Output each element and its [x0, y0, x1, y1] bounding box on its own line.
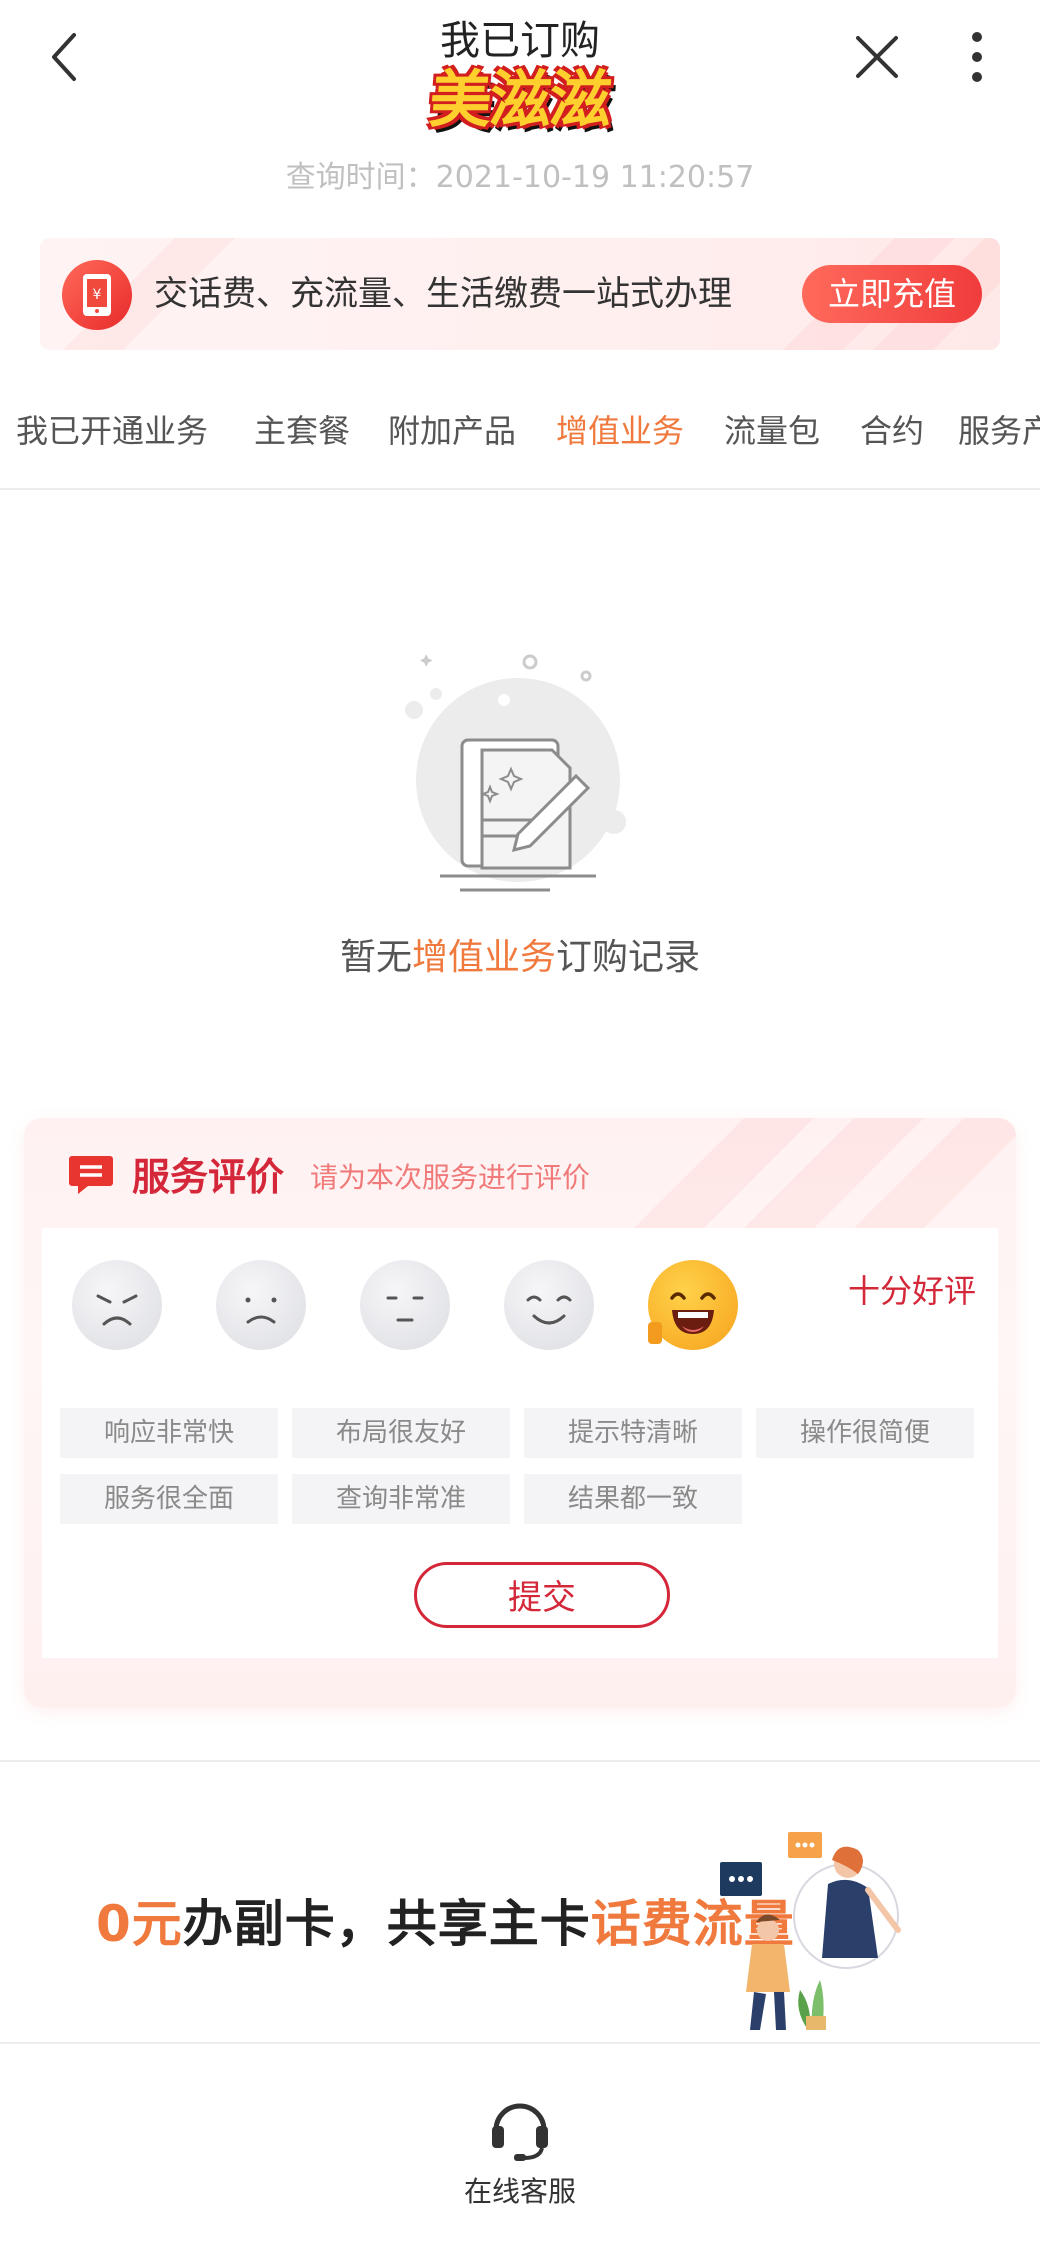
close-icon: [856, 36, 898, 78]
brand-logo: 美滋滋: [427, 63, 613, 136]
svg-text:¥: ¥: [93, 287, 102, 303]
rating-label: 十分好评: [848, 1272, 977, 1310]
submit-button[interactable]: 提交: [414, 1562, 670, 1628]
category-tabs: 我已开通业务 主套餐 附加产品 增值业务 流量包 合约 服务产: [0, 396, 1040, 466]
more-button[interactable]: [954, 24, 1000, 90]
section-divider: [0, 1760, 1040, 1762]
tab-data-packs[interactable]: 流量包: [724, 396, 820, 466]
more-vertical-icon: [972, 32, 982, 82]
recharge-banner[interactable]: ¥ 交话费、充流量、生活缴费一站式办理 立即充值: [40, 238, 1000, 350]
banner-text: 交话费、充流量、生活缴费一站式办理: [154, 274, 732, 314]
promo-banner-text[interactable]: 0元办副卡，共享主卡话费流量: [96, 1884, 795, 1956]
neutral-face-icon[interactable]: [360, 1260, 450, 1350]
smile-face-icon[interactable]: [504, 1260, 594, 1350]
comment-icon: [68, 1154, 114, 1196]
feedback-tag[interactable]: 响应非常快: [60, 1408, 278, 1458]
online-service-label[interactable]: 在线客服: [0, 2170, 1040, 2210]
feedback-tag[interactable]: 服务很全面: [60, 1474, 278, 1524]
sad-face-icon[interactable]: [216, 1260, 306, 1350]
empty-state-message: 暂无增值业务订购记录: [339, 937, 701, 978]
mobile-recharge-icon: ¥: [62, 260, 132, 330]
tab-value-added[interactable]: 增值业务: [556, 396, 684, 466]
very-happy-face-icon[interactable]: [648, 1260, 738, 1350]
bottom-bar: 在线客服: [0, 2042, 1040, 2242]
evaluation-subtitle: 请为本次服务进行评价: [310, 1161, 591, 1194]
angry-face-icon[interactable]: [72, 1260, 162, 1350]
tab-addon-products[interactable]: 附加产品: [388, 396, 516, 466]
query-time: 查询时间：2021-10-19 11:20:57: [285, 160, 755, 195]
service-evaluation-card: 服务评价 请为本次服务进行评价 十分好评 响应非常快 布局很友好 提示特清晰 操…: [24, 1118, 1016, 1708]
feedback-tag[interactable]: 结果都一致: [524, 1474, 742, 1524]
headset-icon[interactable]: [488, 2096, 552, 2162]
feedback-tag[interactable]: 提示特清晰: [524, 1408, 742, 1458]
feedback-tag[interactable]: 布局很友好: [292, 1408, 510, 1458]
evaluation-panel: 十分好评 响应非常快 布局很友好 提示特清晰 操作很简便 服务很全面 查询非常准…: [42, 1228, 998, 1658]
feedback-tag[interactable]: 查询非常准: [292, 1474, 510, 1524]
tab-contracts[interactable]: 合约: [860, 396, 924, 466]
close-button[interactable]: [844, 24, 910, 90]
recharge-now-button[interactable]: 立即充值: [802, 265, 982, 323]
tab-main-plan[interactable]: 主套餐: [254, 396, 350, 466]
tab-service-products[interactable]: 服务产: [958, 396, 1040, 466]
tab-opened-services[interactable]: 我已开通业务: [16, 396, 208, 466]
empty-document-illustration: [400, 650, 640, 900]
evaluation-title: 服务评价: [132, 1155, 285, 1199]
customer-service-illustration: [712, 1820, 912, 2032]
feedback-tag[interactable]: 操作很简便: [756, 1408, 974, 1458]
tabs-divider: [0, 488, 1040, 490]
